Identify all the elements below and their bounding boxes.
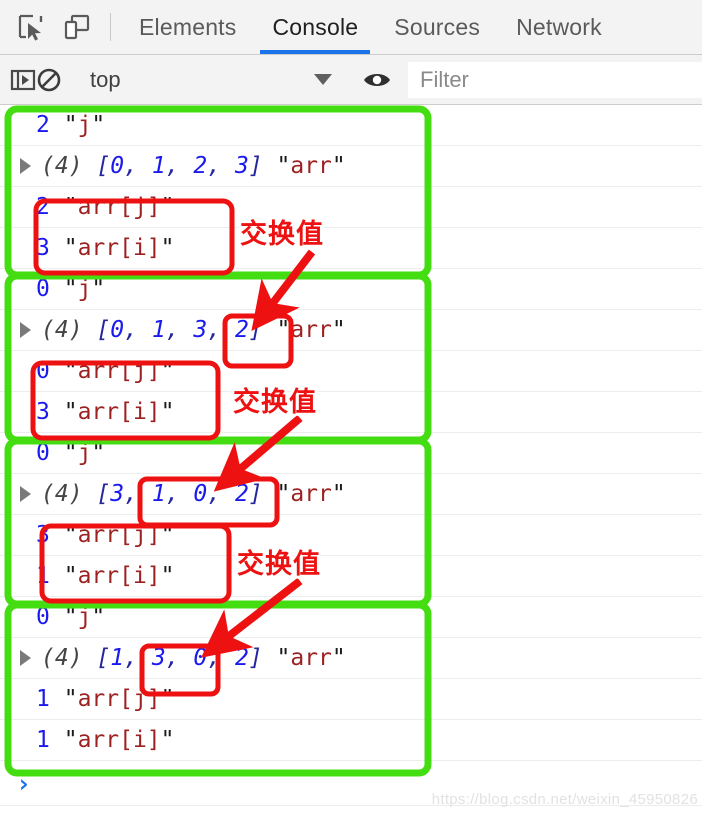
console-group-1: 2 " j " (4) [0, 1, 2, 3] " arr " 2 " arr[j] " … [0,105,702,269]
log-number: 2 [36,112,50,138]
panel-tabs: Elements Console Sources Network [121,0,620,54]
watermark: https://blog.csdn.net/weixin_45950826 [431,791,698,808]
console-row[interactable]: 3 " arr[i] " [0,392,702,433]
tab-sources[interactable]: Sources [376,0,498,54]
console-group-2: 0 " j " (4) [0, 1, 3, 2] " arr " 0 " arr[j] " … [0,269,702,433]
console-row[interactable]: 1 " arr[i] " [0,720,702,761]
clear-console-icon[interactable] [36,58,62,102]
console-row[interactable]: 3 " arr[i] " [0,228,702,269]
console-row[interactable]: 0 " arr[j] " [0,351,702,392]
console-group-3: 0 " j " (4) [3, 1, 0, 2] " arr " 3 " arr[j] " … [0,433,702,597]
console-row[interactable]: 0 " j " [0,433,702,474]
devtools-tabbar: Elements Console Sources Network [0,0,702,55]
inspect-element-icon[interactable] [8,0,54,54]
tab-network[interactable]: Network [498,0,620,54]
console-row[interactable]: 0 " j " [0,269,702,310]
tab-elements[interactable]: Elements [121,0,254,54]
console-row[interactable]: 2 " arr[j] " [0,187,702,228]
console-sidebar-toggle-icon[interactable] [10,58,36,102]
console-output[interactable]: 2 " j " (4) [0, 1, 2, 3] " arr " 2 " arr[j] " … [0,105,702,826]
devtools-window: Elements Console Sources Network top Fil… [0,0,702,826]
expand-triangle-icon[interactable] [20,650,31,666]
expand-triangle-icon[interactable] [20,322,31,338]
console-group-4: 0 " j " (4) [1, 3, 0, 2] " arr " 1 " arr[j] " … [0,597,702,761]
execution-context-label: top [90,66,121,92]
chevron-down-icon [314,74,332,85]
console-row-array[interactable]: (4) [1, 3, 0, 2] " arr " [0,638,702,679]
console-row[interactable]: 2 " j " [0,105,702,146]
execution-context-selector[interactable]: top [78,62,346,98]
tab-console[interactable]: Console [254,0,376,54]
console-row-array[interactable]: (4) [0, 1, 3, 2] " arr " [0,310,702,351]
prompt-caret-icon: › [16,768,32,798]
expand-triangle-icon[interactable] [20,486,31,502]
device-toolbar-icon[interactable] [54,0,100,54]
console-row[interactable]: 3 " arr[j] " [0,515,702,556]
log-string: j [77,112,92,138]
console-toolbar: top [0,55,702,105]
console-row-array[interactable]: (4) [3, 1, 0, 2] " arr " [0,474,702,515]
array-count: (4) [41,153,83,179]
console-row[interactable]: 1 " arr[j] " [0,679,702,720]
filter-input[interactable] [408,61,702,98]
console-row[interactable]: 1 " arr[i] " [0,556,702,597]
console-row-array[interactable]: (4) [0, 1, 2, 3] " arr " [0,146,702,187]
console-row[interactable]: 0 " j " [0,597,702,638]
tabbar-divider [110,13,111,41]
expand-triangle-icon[interactable] [20,158,31,174]
live-expression-eye-icon[interactable] [362,58,392,102]
